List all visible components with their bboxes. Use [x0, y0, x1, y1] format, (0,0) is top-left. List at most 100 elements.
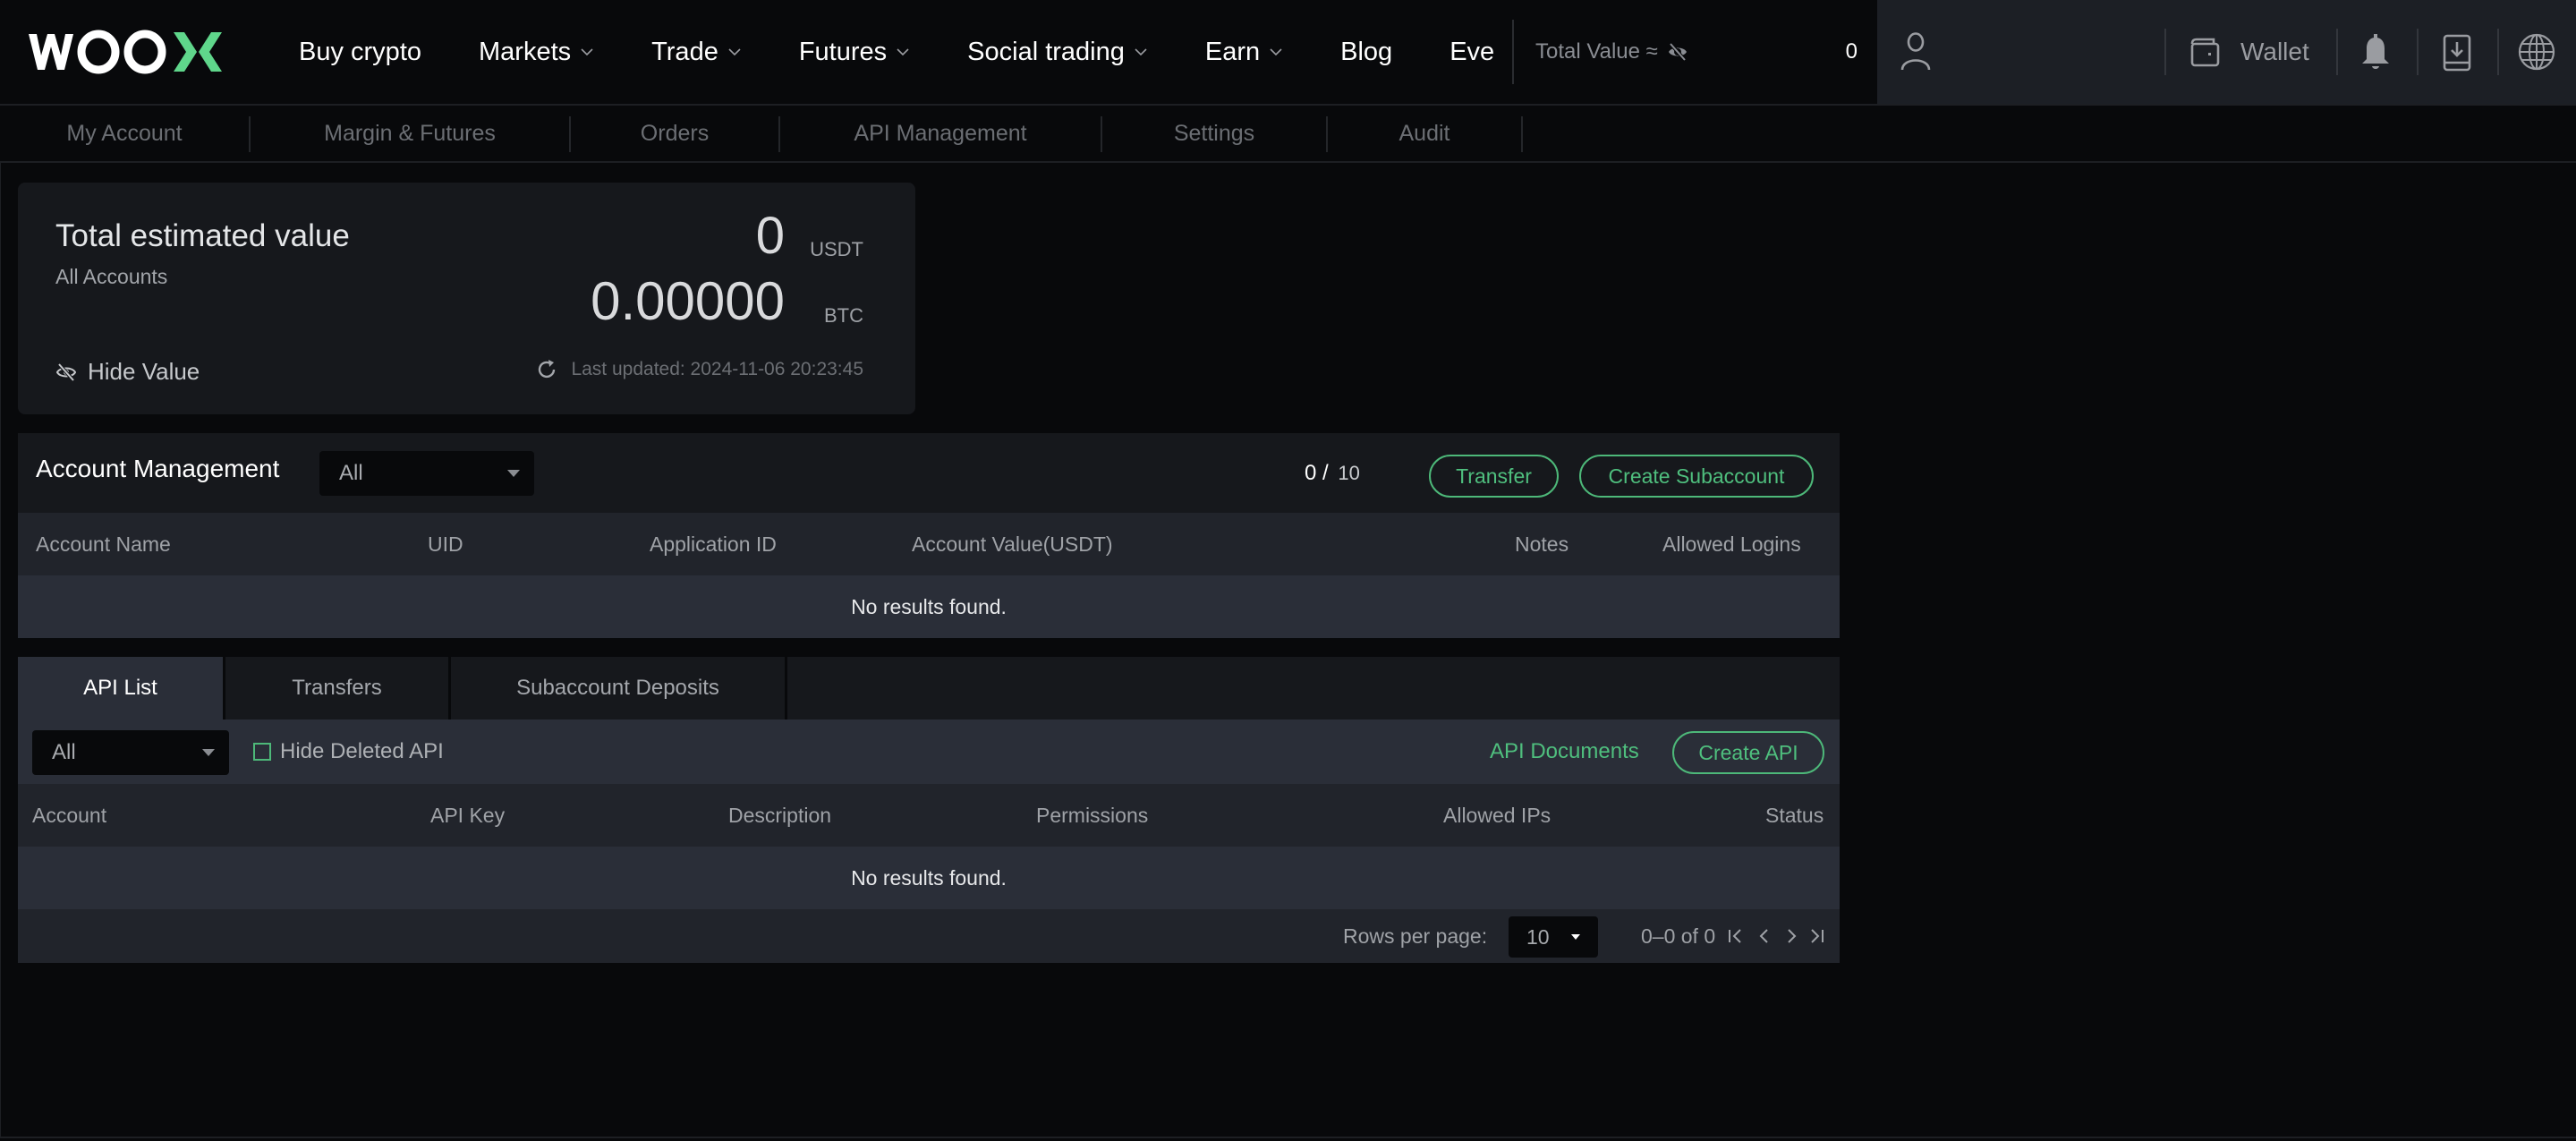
- previous-page-icon[interactable]: [1754, 925, 1775, 947]
- last-updated: Last updated: 2024-11-06 20:23:45: [535, 358, 863, 381]
- subaccount-count: 0 / 10: [1305, 433, 1360, 514]
- usdt-unit: USDT: [810, 238, 863, 260]
- chevron-down-icon: [1270, 48, 1282, 56]
- caret-down-icon: [202, 749, 215, 756]
- download-app-icon[interactable]: [2443, 34, 2471, 72]
- chevron-down-icon: [728, 48, 741, 56]
- api-documents-link[interactable]: API Documents: [1490, 720, 1639, 784]
- chevron-down-icon: [581, 48, 593, 56]
- card-subtitle: All Accounts: [55, 265, 168, 288]
- account-management-panel: Account Management All 0 / 10 Transfer C…: [18, 433, 1840, 638]
- page-bottom-border: [0, 1137, 2576, 1138]
- nav-label: Trade: [651, 37, 718, 66]
- subnav-tab-api-management[interactable]: API Management: [780, 106, 1101, 161]
- column-header[interactable]: Notes: [1515, 513, 1569, 575]
- column-header[interactable]: Account Name: [36, 513, 171, 575]
- hide-deleted-api-checkbox[interactable]: Hide Deleted API: [253, 720, 444, 784]
- last-page-icon[interactable]: [1806, 925, 1827, 947]
- table-pagination: Rows per page: 10 0–0 of 0: [18, 909, 1840, 963]
- account-filter-select[interactable]: All: [319, 451, 534, 496]
- hide-value-button[interactable]: Hide Value: [55, 358, 200, 386]
- btc-value: 0.00000: [591, 271, 785, 331]
- eye-slash-icon[interactable]: [1667, 41, 1688, 63]
- checkbox-box[interactable]: [253, 743, 271, 761]
- nav-label: Social trading: [967, 37, 1125, 66]
- nav-label: Eve: [1450, 37, 1495, 66]
- nav-futures[interactable]: Futures: [799, 38, 910, 67]
- api-panel: API List Transfers Subaccount Deposits A…: [18, 657, 1840, 963]
- btc-unit: BTC: [824, 304, 863, 327]
- nav-blog[interactable]: Blog: [1340, 38, 1392, 67]
- tab-api-list[interactable]: API List: [18, 657, 225, 720]
- nav-earn[interactable]: Earn: [1205, 38, 1283, 67]
- column-header[interactable]: API Key: [430, 784, 505, 847]
- tab-transfers[interactable]: Transfers: [225, 657, 451, 720]
- nav-events[interactable]: Eve: [1450, 38, 1494, 67]
- nav-buy-crypto[interactable]: Buy crypto: [299, 38, 421, 67]
- subnav-tab-my-account[interactable]: My Account: [0, 106, 249, 161]
- main-nav: Buy crypto Markets Trade Futures Social …: [299, 0, 1512, 104]
- subnav-tab-audit[interactable]: Audit: [1328, 106, 1521, 161]
- refresh-icon[interactable]: [535, 358, 558, 381]
- api-account-filter-select[interactable]: All: [32, 730, 229, 775]
- wallet-link[interactable]: Wallet: [2240, 0, 2309, 104]
- rows-per-page-label: Rows per page:: [1343, 924, 1488, 948]
- bell-icon[interactable]: [2360, 34, 2391, 72]
- total-value-label: Total Value ≈: [1535, 39, 1658, 64]
- card-title: Total estimated value: [55, 218, 350, 253]
- tab-subaccount-deposits[interactable]: Subaccount Deposits: [451, 657, 787, 720]
- section-title: Account Management: [36, 455, 280, 482]
- select-value: All: [52, 740, 76, 764]
- empty-state: No results found.: [18, 575, 1840, 638]
- header-divider: [1512, 20, 1514, 84]
- create-subaccount-button[interactable]: Create Subaccount: [1579, 455, 1814, 498]
- user-icon[interactable]: [1900, 32, 1931, 72]
- rows-per-page-select[interactable]: 10: [1509, 916, 1598, 958]
- hide-value-label: Hide Value: [88, 358, 200, 385]
- first-page-icon[interactable]: [1725, 925, 1747, 947]
- transfer-button[interactable]: Transfer: [1429, 455, 1559, 498]
- next-page-icon[interactable]: [1781, 925, 1802, 947]
- separator: [2164, 29, 2166, 75]
- column-header[interactable]: Permissions: [1036, 784, 1148, 847]
- subnav-tab-settings[interactable]: Settings: [1102, 106, 1326, 161]
- top-header: Buy crypto Markets Trade Futures Social …: [0, 0, 2576, 106]
- select-value: 10: [1526, 924, 1550, 949]
- column-header[interactable]: Allowed IPs: [1443, 784, 1551, 847]
- column-header[interactable]: Account: [32, 784, 106, 847]
- wallet-icon[interactable]: [2189, 36, 2221, 68]
- api-toolbar: All Hide Deleted API API Documents Creat…: [18, 720, 1840, 784]
- main-nav-viewport: Buy crypto Markets Trade Futures Social …: [0, 0, 1512, 104]
- column-header[interactable]: Application ID: [650, 513, 777, 575]
- separator: [2417, 29, 2419, 75]
- subnav-tab-margin-futures[interactable]: Margin & Futures: [251, 106, 569, 161]
- nav-label: Buy crypto: [299, 37, 421, 66]
- account-subnav: My Account Margin & Futures Orders API M…: [0, 106, 2576, 163]
- globe-icon[interactable]: [2518, 33, 2555, 71]
- count-used: 0: [1305, 461, 1317, 485]
- api-tabs: API List Transfers Subaccount Deposits: [18, 657, 1840, 720]
- create-api-button[interactable]: Create API: [1672, 731, 1824, 774]
- nav-social-trading[interactable]: Social trading: [967, 38, 1148, 67]
- nav-label: Blog: [1340, 37, 1393, 66]
- page-info: 0–0 of 0: [1641, 924, 1716, 948]
- user-panel: Wallet: [1877, 0, 2576, 104]
- column-header[interactable]: Account Value(USDT): [912, 513, 1113, 575]
- separator: [1521, 116, 1523, 152]
- column-header[interactable]: UID: [428, 513, 463, 575]
- total-value-toggle[interactable]: Total Value ≈: [1535, 0, 1688, 104]
- separator: [2497, 29, 2499, 75]
- nav-trade[interactable]: Trade: [651, 38, 742, 67]
- separator: [2336, 29, 2338, 75]
- count-total: 10: [1338, 462, 1360, 484]
- column-header[interactable]: Description: [728, 784, 831, 847]
- last-updated-text: Last updated: 2024-11-06 20:23:45: [571, 359, 863, 379]
- account-management-header: Account Management All 0 / 10 Transfer C…: [18, 433, 1840, 514]
- column-header[interactable]: Status: [1765, 784, 1824, 847]
- nav-markets[interactable]: Markets: [479, 38, 594, 67]
- column-header[interactable]: Allowed Logins: [1662, 513, 1801, 575]
- subnav-tab-orders[interactable]: Orders: [571, 106, 778, 161]
- page-left-border: [0, 163, 1, 1138]
- account-table-header: Account Name UID Application ID Account …: [18, 513, 1840, 575]
- caret-down-icon: [1571, 934, 1580, 940]
